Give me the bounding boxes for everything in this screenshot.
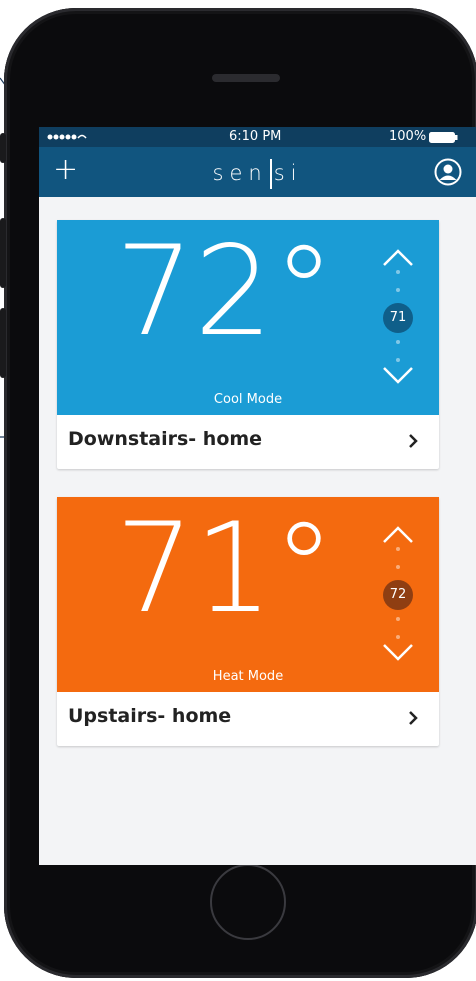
speaker-grille [212, 74, 280, 82]
volume-down-button [0, 308, 6, 378]
thermostat-name: Downstairs- home [68, 428, 263, 450]
setpoint-badge: 71 [383, 303, 413, 333]
thermostat-card-upstairs[interactable]: 71° 72 Heat Mode Upstairs- home [57, 497, 439, 746]
decrease-setpoint-button[interactable] [381, 365, 415, 387]
profile-icon[interactable] [434, 158, 462, 186]
mode-label: Heat Mode [212, 669, 284, 684]
signal-icon [47, 131, 87, 146]
status-time: 6:10 PM [229, 129, 282, 144]
thermostat-name-row[interactable]: Downstairs- home [57, 415, 439, 469]
chevron-right-icon [409, 434, 418, 448]
thermostat-name: Upstairs- home [68, 705, 232, 727]
increase-setpoint-button[interactable] [381, 246, 415, 268]
mode-label: Cool Mode [213, 392, 283, 407]
status-bar: 6:10 PM 100% [39, 127, 476, 147]
thermostat-display: 72° 71 Cool Mode [57, 220, 439, 415]
volume-up-button [0, 218, 6, 288]
app-screen: 6:10 PM 100% + sen si 72° 71 Cool Mode Do… [39, 127, 476, 865]
battery-icon [429, 132, 459, 147]
side-button [0, 133, 6, 163]
current-temperature: 72° [115, 220, 335, 364]
battery-label: 100% [389, 129, 427, 144]
setpoint-track [396, 547, 400, 583]
home-button[interactable] [210, 864, 286, 940]
setpoint-badge: 72 [383, 580, 413, 610]
current-temperature: 71° [115, 497, 335, 641]
thermostat-display: 71° 72 Heat Mode [57, 497, 439, 692]
decrease-setpoint-button[interactable] [381, 642, 415, 664]
nav-bar: + sen si [39, 147, 476, 197]
sensi-logo: sen si [39, 159, 476, 189]
thermostat-card-downstairs[interactable]: 72° 71 Cool Mode Downstairs- home [57, 220, 439, 469]
setpoint-track [396, 270, 400, 306]
thermostat-name-row[interactable]: Upstairs- home [57, 692, 439, 746]
chevron-right-icon [409, 711, 418, 725]
increase-setpoint-button[interactable] [381, 523, 415, 545]
